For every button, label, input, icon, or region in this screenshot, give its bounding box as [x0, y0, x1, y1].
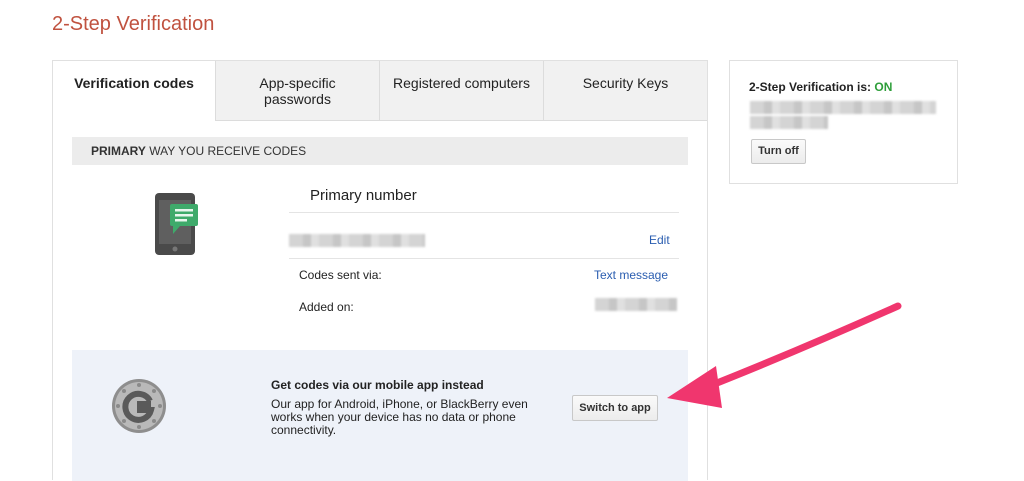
edit-link[interactable]: Edit	[649, 233, 670, 247]
phone-sms-icon	[155, 193, 198, 255]
tab-bar: Verification codes App-specific password…	[53, 61, 707, 121]
page-title: 2-Step Verification	[52, 13, 215, 35]
added-on-label: Added on:	[299, 300, 354, 314]
status-label: 2-Step Verification is:	[749, 80, 875, 94]
divider	[289, 212, 679, 213]
turn-off-button[interactable]: Turn off	[751, 139, 806, 164]
redacted-phone-number	[289, 234, 425, 247]
tab-registered-computers[interactable]: Registered computers	[379, 61, 543, 121]
promo-title: Get codes via our mobile app instead	[271, 378, 484, 392]
promo-description: Our app for Android, iPhone, or BlackBer…	[271, 397, 528, 437]
section-header-bold: PRIMARY	[91, 144, 146, 158]
divider	[289, 258, 679, 259]
codes-sent-label: Codes sent via:	[299, 268, 382, 282]
verification-panel: Verification codes App-specific password…	[52, 60, 708, 481]
status-value: ON	[874, 80, 893, 94]
switch-to-app-button[interactable]: Switch to app	[572, 395, 658, 421]
google-authenticator-icon	[112, 379, 166, 433]
codes-sent-value-link[interactable]: Text message	[594, 268, 668, 282]
mobile-app-promo: Get codes via our mobile app instead Our…	[72, 350, 688, 481]
section-header-text: WAY YOU RECEIVE CODES	[145, 144, 307, 158]
primary-section-header: PRIMARY WAY YOU RECEIVE CODES	[72, 137, 688, 165]
primary-number-label: Primary number	[310, 187, 417, 204]
redacted-account-line-1	[750, 101, 936, 114]
tab-verification-codes[interactable]: Verification codes	[53, 61, 215, 121]
tab-security-keys[interactable]: Security Keys	[543, 61, 707, 121]
redacted-added-date	[595, 298, 677, 311]
redacted-account-line-2	[750, 116, 828, 129]
tab-app-specific-passwords[interactable]: App-specific passwords	[215, 61, 379, 121]
status-line: 2-Step Verification is: ON	[749, 80, 892, 94]
status-box: 2-Step Verification is: ON Turn off	[729, 60, 958, 184]
